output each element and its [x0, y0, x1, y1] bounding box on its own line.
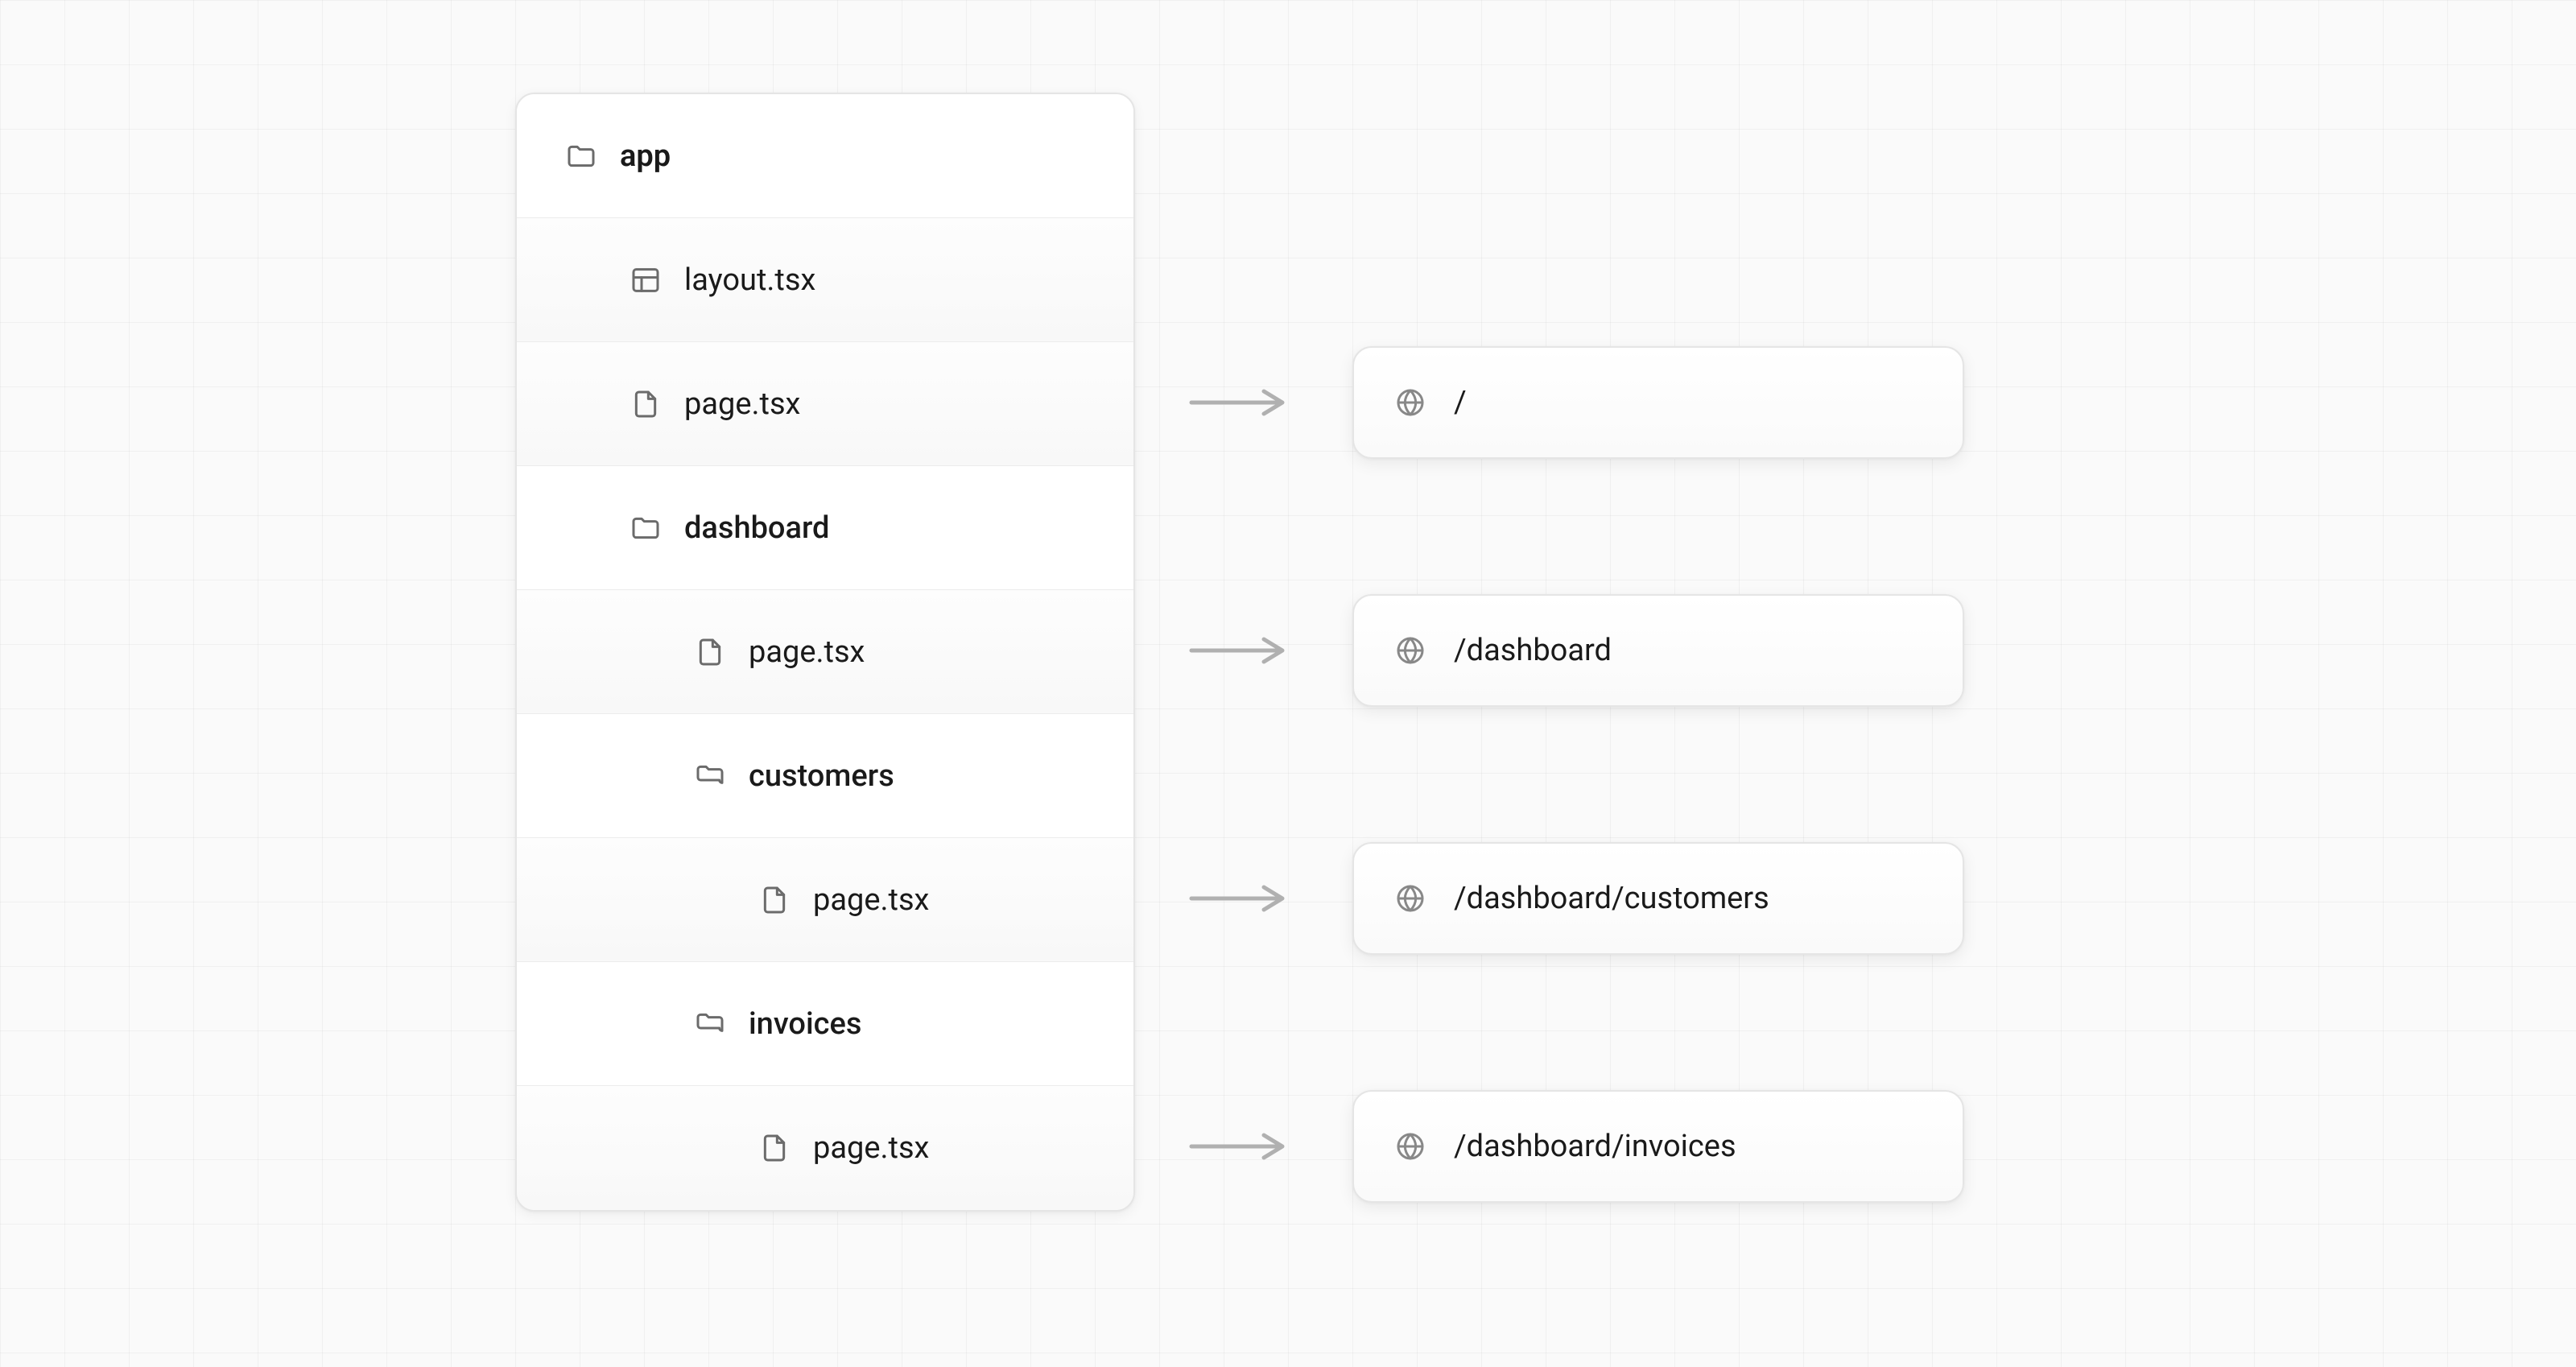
folder-icon — [565, 140, 597, 172]
route-pill: / — [1352, 346, 1964, 459]
tree-file-row: page.tsx — [517, 590, 1133, 714]
tree-label: page.tsx — [813, 1130, 929, 1166]
tree-label: customers — [749, 758, 894, 794]
folder-icon — [694, 760, 726, 792]
route-pill: /dashboard/customers — [1352, 842, 1964, 955]
arrow-right-icon — [1187, 882, 1292, 915]
folder-icon — [694, 1008, 726, 1040]
file-icon — [694, 636, 726, 668]
tree-label: dashboard — [684, 510, 829, 546]
route-path: /dashboard/customers — [1454, 881, 1769, 916]
file-icon — [758, 884, 791, 916]
route-path: /dashboard/invoices — [1454, 1129, 1736, 1164]
tree-label: page.tsx — [813, 882, 929, 918]
tree-file-row: page.tsx — [517, 838, 1133, 962]
tree-label: invoices — [749, 1006, 861, 1042]
globe-icon — [1394, 386, 1426, 419]
tree-root-row: app — [517, 94, 1133, 218]
tree-file-row: layout.tsx — [517, 218, 1133, 342]
tree-label: app — [620, 138, 671, 174]
file-icon — [758, 1132, 791, 1164]
arrow-right-icon — [1187, 1130, 1292, 1163]
file-icon — [630, 388, 662, 420]
arrow-right-icon — [1187, 634, 1292, 667]
file-tree-panel: app layout.tsx page.tsx — [515, 93, 1135, 1212]
tree-label: page.tsx — [684, 386, 800, 422]
route-pill: /dashboard — [1352, 594, 1964, 707]
globe-icon — [1394, 882, 1426, 915]
route-path: / — [1454, 385, 1467, 420]
globe-icon — [1394, 634, 1426, 667]
route-pill: /dashboard/invoices — [1352, 1090, 1964, 1203]
tree-file-row: page.tsx — [517, 1086, 1133, 1210]
arrow-right-icon — [1187, 386, 1292, 419]
folder-icon — [630, 512, 662, 544]
layout-icon — [630, 264, 662, 296]
globe-icon — [1394, 1130, 1426, 1163]
tree-file-row: page.tsx — [517, 342, 1133, 466]
tree-label: layout.tsx — [684, 262, 815, 298]
route-path: /dashboard — [1454, 633, 1612, 668]
tree-folder-row: customers — [517, 714, 1133, 838]
diagram-stage: app layout.tsx page.tsx — [0, 0, 2576, 1367]
tree-label: page.tsx — [749, 634, 865, 670]
tree-folder-row: invoices — [517, 962, 1133, 1086]
tree-folder-row: dashboard — [517, 466, 1133, 590]
